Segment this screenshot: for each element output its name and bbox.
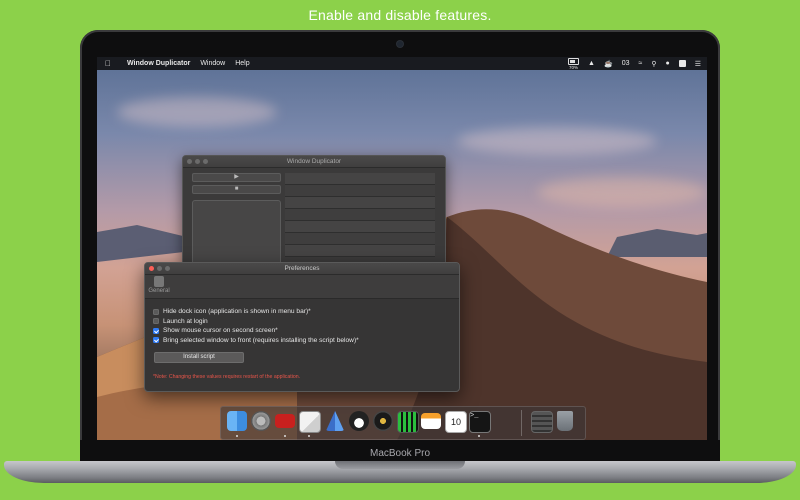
menu-help[interactable]: Help: [235, 60, 249, 67]
preview-panel: [192, 200, 281, 266]
option-hide-dock-icon[interactable]: Hide dock icon (application is shown in …: [153, 307, 359, 317]
option-label: Show mouse cursor on second screen*: [163, 327, 278, 335]
device-label: MacBook Pro: [369, 448, 431, 459]
zoom-button[interactable]: [203, 159, 208, 164]
battery-icon: [568, 57, 580, 65]
option-label: Bring selected window to front (requires…: [163, 336, 359, 344]
preferences-titlebar[interactable]: Preferences: [145, 263, 459, 275]
window-list: [285, 173, 435, 264]
coffee-icon[interactable]: [349, 411, 369, 431]
option-label: Launch at login: [163, 317, 208, 325]
wifi-icon[interactable]: ≈: [639, 60, 643, 67]
stop-icon: ■: [234, 186, 239, 192]
stop-button[interactable]: ■: [192, 185, 281, 194]
checkbox[interactable]: [153, 318, 159, 325]
dock-separator: [521, 410, 522, 436]
preferences-window: Preferences General Hide dock icon (appl…: [144, 262, 460, 392]
radar-icon[interactable]: [373, 411, 393, 431]
battery-status[interactable]: 70%: [568, 57, 580, 70]
close-button[interactable]: [187, 159, 192, 164]
running-indicator: [236, 435, 238, 437]
option-label: Hide dock icon (application is shown in …: [163, 308, 311, 316]
vectorize-menu-icon[interactable]: ▲: [588, 60, 595, 67]
camera-icon: [397, 41, 403, 47]
window-duplicator-window: Window Duplicator ▶ ■: [182, 155, 446, 267]
counter-menu-item[interactable]: 03: [622, 60, 630, 67]
restart-note: *Note: Changing these values requires re…: [153, 374, 301, 380]
screen-mirroring-icon[interactable]: [275, 414, 295, 428]
install-script-button[interactable]: Install script: [154, 352, 244, 363]
coffee-menu-icon[interactable]: ☕: [604, 60, 613, 68]
calendar-day: 10: [450, 417, 461, 427]
list-item[interactable]: [285, 209, 435, 221]
running-indicator: [308, 435, 310, 437]
options-list: Hide dock icon (application is shown in …: [153, 307, 359, 345]
dock: 10 >_: [220, 406, 586, 440]
option-launch-at-login[interactable]: Launch at login: [153, 317, 359, 327]
counter-text: 03: [621, 60, 630, 67]
menu-app-name[interactable]: Window Duplicator: [127, 60, 190, 67]
finder-icon[interactable]: [227, 411, 247, 431]
terminal-icon[interactable]: >_: [469, 411, 491, 433]
play-icon: ▶: [234, 174, 239, 180]
option-show-mouse-cursor[interactable]: Show mouse cursor on second screen*: [153, 326, 359, 336]
window-duplicator-title: Window Duplicator: [286, 158, 342, 165]
checkbox[interactable]: [153, 308, 159, 315]
preferences-title: Preferences: [284, 265, 320, 272]
activity-monitor-icon[interactable]: [397, 411, 419, 433]
downloads-stack-icon[interactable]: [531, 411, 553, 433]
window-controls: [187, 159, 208, 164]
checkbox[interactable]: [153, 327, 159, 334]
notes-icon[interactable]: [421, 413, 441, 429]
list-item[interactable]: [285, 233, 435, 245]
window-duplicator-menu-icon[interactable]: [678, 60, 686, 67]
search-icon[interactable]: ⚲: [651, 60, 656, 68]
minimize-button[interactable]: [195, 159, 200, 164]
menu-window[interactable]: Window: [200, 60, 225, 67]
list-item[interactable]: [285, 197, 435, 209]
vectorize-icon[interactable]: [325, 411, 345, 431]
notification-center-icon[interactable]: ☰: [695, 60, 701, 68]
headline: Enable and disable features.: [308, 7, 492, 23]
option-bring-window-front[interactable]: Bring selected window to front (requires…: [153, 336, 359, 346]
calendar-icon[interactable]: 10: [445, 411, 467, 433]
trash-icon[interactable]: [557, 411, 573, 431]
list-item[interactable]: [285, 245, 435, 257]
minimize-button[interactable]: [157, 266, 162, 271]
laptop-notch: [335, 461, 465, 469]
tab-general[interactable]: General: [148, 276, 170, 294]
running-indicator: [284, 435, 286, 437]
tab-general-label: General: [148, 288, 170, 294]
play-button[interactable]: ▶: [192, 173, 281, 182]
preferences-toolbar: General: [145, 275, 459, 299]
zoom-button[interactable]: [165, 266, 170, 271]
battery-percent: 70%: [569, 64, 579, 70]
desktop-screen:  Window Duplicator Window Help 70% ▲ ☕ …: [97, 57, 707, 440]
running-indicator: [478, 435, 480, 437]
checkbox[interactable]: [153, 337, 159, 344]
general-icon: [154, 276, 164, 287]
apple-menu-icon[interactable]: : [105, 59, 115, 68]
list-item[interactable]: [285, 173, 435, 185]
status-area: 70% ▲ ☕ 03 ≈ ⚲ ● ☰: [568, 57, 701, 70]
window-duplicator-titlebar[interactable]: Window Duplicator: [183, 156, 445, 168]
window-duplicator-icon[interactable]: [299, 411, 321, 433]
user-icon[interactable]: ●: [665, 60, 669, 67]
window-controls: [149, 266, 170, 271]
list-item[interactable]: [285, 221, 435, 233]
menu-bar:  Window Duplicator Window Help 70% ▲ ☕ …: [97, 57, 707, 70]
close-button[interactable]: [149, 266, 154, 271]
system-preferences-icon[interactable]: [251, 411, 271, 431]
list-item[interactable]: [285, 185, 435, 197]
